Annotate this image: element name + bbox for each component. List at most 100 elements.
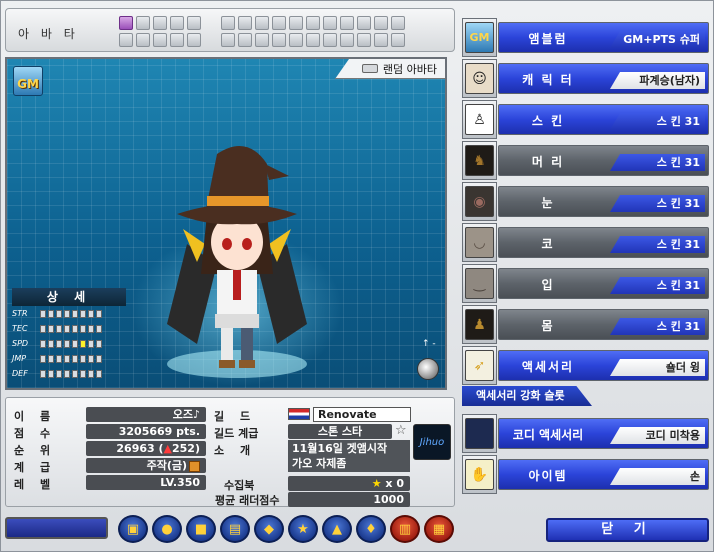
category-codi[interactable]: 코디 액세서리 코디 미착용 — [462, 414, 709, 453]
avatar-slot[interactable] — [289, 33, 303, 47]
category-accessory[interactable]: ➶ 액세서리 숄더 윙 — [462, 346, 709, 385]
card-icon[interactable]: ▤ — [220, 515, 250, 543]
stat-pip — [64, 369, 70, 378]
category-eyes[interactable]: ◉ 눈 스 킨 31 — [462, 182, 709, 221]
avatar-slot[interactable] — [272, 16, 286, 30]
guild-grade-value: 스톤 스타 — [288, 424, 392, 439]
category-item[interactable]: ✋ 아이템 손 — [462, 455, 709, 494]
avatar-slot[interactable] — [323, 33, 337, 47]
stats-icon[interactable]: ▥ — [390, 515, 420, 543]
avatar-slot[interactable] — [391, 16, 405, 30]
avatar-slot[interactable] — [255, 16, 269, 30]
avatar-slot[interactable] — [119, 16, 133, 30]
avatar-slot[interactable] — [119, 33, 133, 47]
name-value: 오즈♪ — [86, 407, 206, 422]
stat-gauge — [40, 369, 102, 378]
stat-pip — [40, 354, 46, 363]
avatar-slot[interactable] — [221, 16, 235, 30]
avatar-slot[interactable] — [289, 16, 303, 30]
stat-pip — [72, 324, 78, 333]
stat-pip — [72, 354, 78, 363]
speech-icon[interactable]: ● — [152, 515, 182, 543]
category-nose[interactable]: ◡ 코 스 킨 31 — [462, 223, 709, 262]
stat-row: STR — [12, 306, 126, 321]
guild-emblem-icon: Jihuo — [413, 424, 451, 460]
guild-grade-label: 길드 계급 — [214, 427, 259, 440]
close-button[interactable]: 닫 기 — [546, 518, 709, 542]
avatar-slot[interactable] — [238, 33, 252, 47]
character-illustration — [167, 146, 307, 378]
avatar-slot[interactable] — [391, 33, 405, 47]
points-label: 점 수 — [14, 427, 57, 440]
stat-pip — [56, 369, 62, 378]
avatar-slot[interactable] — [187, 16, 201, 30]
stat-pip — [80, 354, 86, 363]
intro-text: 11월16일 겟앰시작 가오 자제좀 — [288, 440, 410, 472]
category-skin[interactable]: ♙ 스 킨 스 킨 31 — [462, 100, 709, 139]
avatar-slot[interactable] — [340, 16, 354, 30]
bell-icon[interactable]: ♦ — [356, 515, 386, 543]
stat-pip — [72, 369, 78, 378]
box-icon[interactable]: ▣ — [118, 515, 148, 543]
folder-icon[interactable]: ■ — [186, 515, 216, 543]
avatar-slot[interactable] — [306, 33, 320, 47]
stat-pip — [64, 339, 70, 348]
avatar-slot[interactable] — [357, 16, 371, 30]
shield-icon[interactable]: ◆ — [254, 515, 284, 543]
rank-change: 252) — [172, 442, 200, 455]
checkbox-icon[interactable] — [361, 64, 378, 73]
grade-label: 계 급 — [14, 461, 57, 474]
avatar-slot[interactable] — [374, 33, 388, 47]
avatar-slot[interactable] — [272, 33, 286, 47]
avatar-slot[interactable] — [340, 33, 354, 47]
collection-label: 수집북 — [224, 479, 255, 492]
category-mouth[interactable]: ‿ 입 스 킨 31 — [462, 264, 709, 303]
avatar-slot[interactable] — [187, 33, 201, 47]
book-icon[interactable]: ▦ — [424, 515, 454, 543]
zoom-icon[interactable] — [417, 358, 439, 380]
avatar-slot[interactable] — [136, 16, 150, 30]
feather-icon: ➶ — [462, 346, 497, 385]
avatar-slot[interactable] — [357, 33, 371, 47]
random-avatar-toggle[interactable]: 랜덤 아바타 — [335, 59, 445, 79]
stat-pip — [64, 324, 70, 333]
adjust-arrows-icon[interactable]: ↑ - — [422, 339, 436, 349]
stat-gauge — [40, 339, 102, 348]
avatar-slot[interactable] — [306, 16, 320, 30]
eyes-icon: ◉ — [462, 182, 497, 221]
stat-pip — [72, 339, 78, 348]
bag-icon[interactable]: ▲ — [322, 515, 352, 543]
category-hair[interactable]: ♞ 머 리 스 킨 31 — [462, 141, 709, 180]
category-value: 숄더 윙 — [610, 359, 705, 376]
avatar-slot[interactable] — [374, 16, 388, 30]
stat-pip — [40, 309, 46, 318]
avatar-slot[interactable] — [136, 33, 150, 47]
avatar-slot[interactable] — [238, 16, 252, 30]
accessory-enhance-slot[interactable]: 액세서리 강화 슬롯 — [462, 386, 592, 406]
category-body[interactable]: ♟ 몸 스 킨 31 — [462, 305, 709, 344]
category-name: 머 리 — [531, 155, 565, 169]
category-character[interactable]: ☺ 캐 릭 터 파계승(남자) — [462, 59, 709, 98]
stat-pip — [80, 369, 86, 378]
avatar-slot[interactable] — [170, 16, 184, 30]
category-name: 눈 — [541, 196, 555, 210]
avatar-slot[interactable] — [153, 33, 167, 47]
avatar-slot[interactable] — [221, 33, 235, 47]
avatar-slot[interactable] — [255, 33, 269, 47]
stat-pip — [80, 324, 86, 333]
guild-label: 길 드 — [214, 410, 257, 423]
intro-line-1: 11월16일 겟앰시작 — [292, 442, 388, 455]
stat-row: TEC — [12, 321, 126, 336]
category-value: 스 킨 31 — [610, 236, 705, 253]
category-value: 스 킨 31 — [610, 154, 705, 171]
stat-pip — [64, 309, 70, 318]
avatar-slot[interactable] — [170, 33, 184, 47]
name-label: 이 름 — [14, 410, 57, 423]
avatar-slot[interactable] — [323, 16, 337, 30]
category-value: 파계승(남자) — [610, 72, 705, 89]
category-emblem[interactable]: GM 앰블럼 GM+PTS 슈퍼 앰블럼 — [462, 18, 709, 57]
avatar-slot[interactable] — [153, 16, 167, 30]
grade-badge-icon — [189, 460, 200, 472]
star-icon[interactable]: ★ — [288, 515, 318, 543]
category-name: 캐 릭 터 — [522, 73, 574, 87]
